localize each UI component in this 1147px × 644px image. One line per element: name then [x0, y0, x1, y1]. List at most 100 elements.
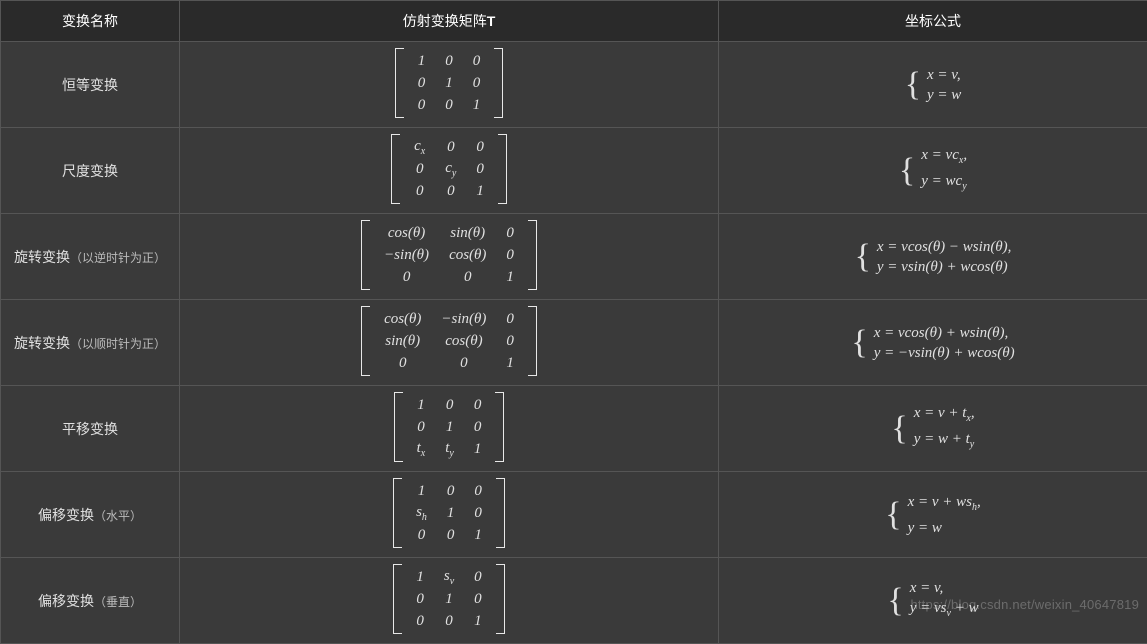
formula-line: y = wcy: [921, 171, 966, 197]
formula-line: y = −vsin(θ) + wcos(θ): [874, 343, 1015, 363]
matrix-cell: 0: [408, 97, 436, 114]
matrix-cell: 1: [466, 183, 494, 200]
matrix-cell: 0: [374, 269, 439, 286]
brace-icon: {: [851, 326, 867, 360]
matrix-cell: 0: [464, 591, 492, 608]
formula-line: x = vcx,: [921, 145, 967, 171]
transform-name-main: 尺度变换: [62, 163, 118, 179]
matrix-cell: 0: [406, 591, 434, 608]
matrix-cell: 0: [463, 53, 491, 70]
brace-icon: {: [887, 584, 903, 618]
matrix-cell: 0: [496, 311, 524, 328]
matrix: cos(θ)−sin(θ)0sin(θ)cos(θ)0001: [361, 306, 537, 376]
transform-name: 偏移变换（垂直）: [1, 558, 180, 644]
matrix: 100010001: [395, 48, 504, 118]
matrix-cell: 0: [464, 419, 492, 436]
matrix-cell: sv: [434, 568, 464, 587]
matrix: cx000cy0001: [391, 134, 507, 204]
matrix-cell: cy: [435, 160, 466, 179]
matrix-cell: 0: [435, 397, 464, 414]
formula-line: x = v + wsh,: [908, 492, 981, 518]
matrix-cell: sin(θ): [374, 333, 431, 350]
matrix-cell: 0: [496, 225, 524, 242]
table-row: 尺度变换 cx000cy0001 {x = vcx,y = wcy: [1, 128, 1147, 214]
formula-line: x = v + tx,: [914, 403, 975, 429]
cases-formula: {x = vcos(θ) − wsin(θ),y = vsin(θ) + wco…: [855, 237, 1012, 277]
matrix-cell: 1: [464, 527, 492, 544]
cases-formula: {x = v + wsh,y = w: [885, 492, 980, 538]
formula-line: y = w + ty: [914, 429, 975, 455]
transform-name: 尺度变换: [1, 128, 180, 214]
matrix: 100sh10001: [393, 478, 505, 548]
cases-formula: {x = vcx,y = wcy: [899, 145, 967, 197]
formula-line: x = v,: [910, 578, 944, 598]
affine-transform-table: 变换名称 仿射变换矩阵T 坐标公式 恒等变换100010001{x = v,y …: [0, 0, 1147, 644]
matrix-cell: 0: [464, 483, 492, 500]
matrix-cell: 1: [463, 97, 491, 114]
matrix-cell: 0: [435, 53, 463, 70]
matrix-cell: 0: [496, 247, 524, 264]
cases-formula: {x = v + tx,y = w + ty: [891, 403, 974, 455]
matrix-cell: cx: [404, 138, 435, 157]
matrix-cell: 0: [439, 269, 496, 286]
transform-name-main: 旋转变换: [14, 335, 70, 351]
transform-matrix: 100sh10001: [180, 472, 719, 558]
brace-icon: {: [885, 498, 901, 532]
matrix-cell: 0: [464, 569, 492, 586]
matrix-cell: 0: [435, 97, 463, 114]
matrix-cell: 0: [466, 139, 494, 156]
table-row: 平移变换 100010txty1 {x = v + tx,y = w + ty: [1, 386, 1147, 472]
matrix-cell: cos(θ): [374, 311, 431, 328]
matrix-cell: 0: [464, 397, 492, 414]
matrix-cell: 0: [464, 505, 492, 522]
transform-name: 旋转变换（以逆时针为正）: [1, 214, 180, 300]
matrix-cell: 0: [408, 75, 436, 92]
transform-name-sub: （以逆时针为正）: [70, 251, 166, 265]
formula-line: y = w: [927, 85, 961, 105]
matrix-cell: 0: [374, 355, 431, 372]
matrix-cell: 1: [496, 355, 524, 372]
transform-matrix: cx000cy0001: [180, 128, 719, 214]
matrix-cell: 1: [496, 269, 524, 286]
matrix-cell: 0: [404, 161, 435, 178]
transform-name: 平移变换: [1, 386, 180, 472]
transform-name-main: 偏移变换: [38, 507, 94, 523]
matrix-cell: 1: [406, 569, 434, 586]
matrix-cell: cos(θ): [431, 333, 496, 350]
brace-icon: {: [899, 154, 915, 188]
table-row: 偏移变换（水平）100sh10001{x = v + wsh,y = w: [1, 472, 1147, 558]
brace-icon: {: [855, 240, 871, 274]
transform-name-main: 平移变换: [62, 421, 118, 437]
transform-name-main: 恒等变换: [62, 77, 118, 93]
transform-formula: {x = vcx,y = wcy: [719, 128, 1147, 214]
matrix-cell: 1: [435, 75, 463, 92]
table-row: 旋转变换（以逆时针为正）cos(θ)sin(θ)0−sin(θ)cos(θ)00…: [1, 214, 1147, 300]
watermark: https://blog.csdn.net/weixin_40647819: [910, 597, 1139, 612]
cases-formula: { x = vcos(θ) + wsin(θ),y = −vsin(θ) + wc…: [851, 323, 1014, 363]
table-row: 旋转变换（以顺时针为正）cos(θ)−sin(θ)0sin(θ)cos(θ)00…: [1, 300, 1147, 386]
transform-matrix: 100010001: [180, 42, 719, 128]
matrix-cell: 0: [435, 139, 466, 156]
transform-name-main: 旋转变换: [14, 249, 70, 265]
transform-formula: { x = vcos(θ) + wsin(θ),y = −vsin(θ) + wc…: [719, 300, 1147, 386]
matrix-cell: 1: [464, 613, 492, 630]
matrix-cell: 1: [434, 591, 464, 608]
transform-name-main: 偏移变换: [38, 593, 94, 609]
matrix-cell: 0: [435, 183, 466, 200]
matrix-cell: 0: [404, 183, 435, 200]
matrix-cell: 0: [431, 355, 496, 372]
header-matrix-T: T: [487, 13, 496, 29]
matrix-cell: 1: [406, 483, 437, 500]
transform-matrix: cos(θ)sin(θ)0−sin(θ)cos(θ)0001: [180, 214, 719, 300]
matrix: 1sv0010001: [393, 564, 504, 634]
matrix-cell: cos(θ): [374, 225, 439, 242]
transform-matrix: 100010txty1: [180, 386, 719, 472]
formula-line: x = v,: [927, 65, 961, 85]
matrix: cos(θ)sin(θ)0−sin(θ)cos(θ)0001: [361, 220, 537, 290]
table-header-row: 变换名称 仿射变换矩阵T 坐标公式: [1, 1, 1147, 42]
matrix-cell: −sin(θ): [431, 311, 496, 328]
header-formula: 坐标公式: [719, 1, 1147, 42]
matrix-cell: ty: [435, 440, 464, 459]
formula-line: x = vcos(θ) + wsin(θ),: [874, 323, 1009, 343]
matrix-cell: 1: [408, 53, 436, 70]
